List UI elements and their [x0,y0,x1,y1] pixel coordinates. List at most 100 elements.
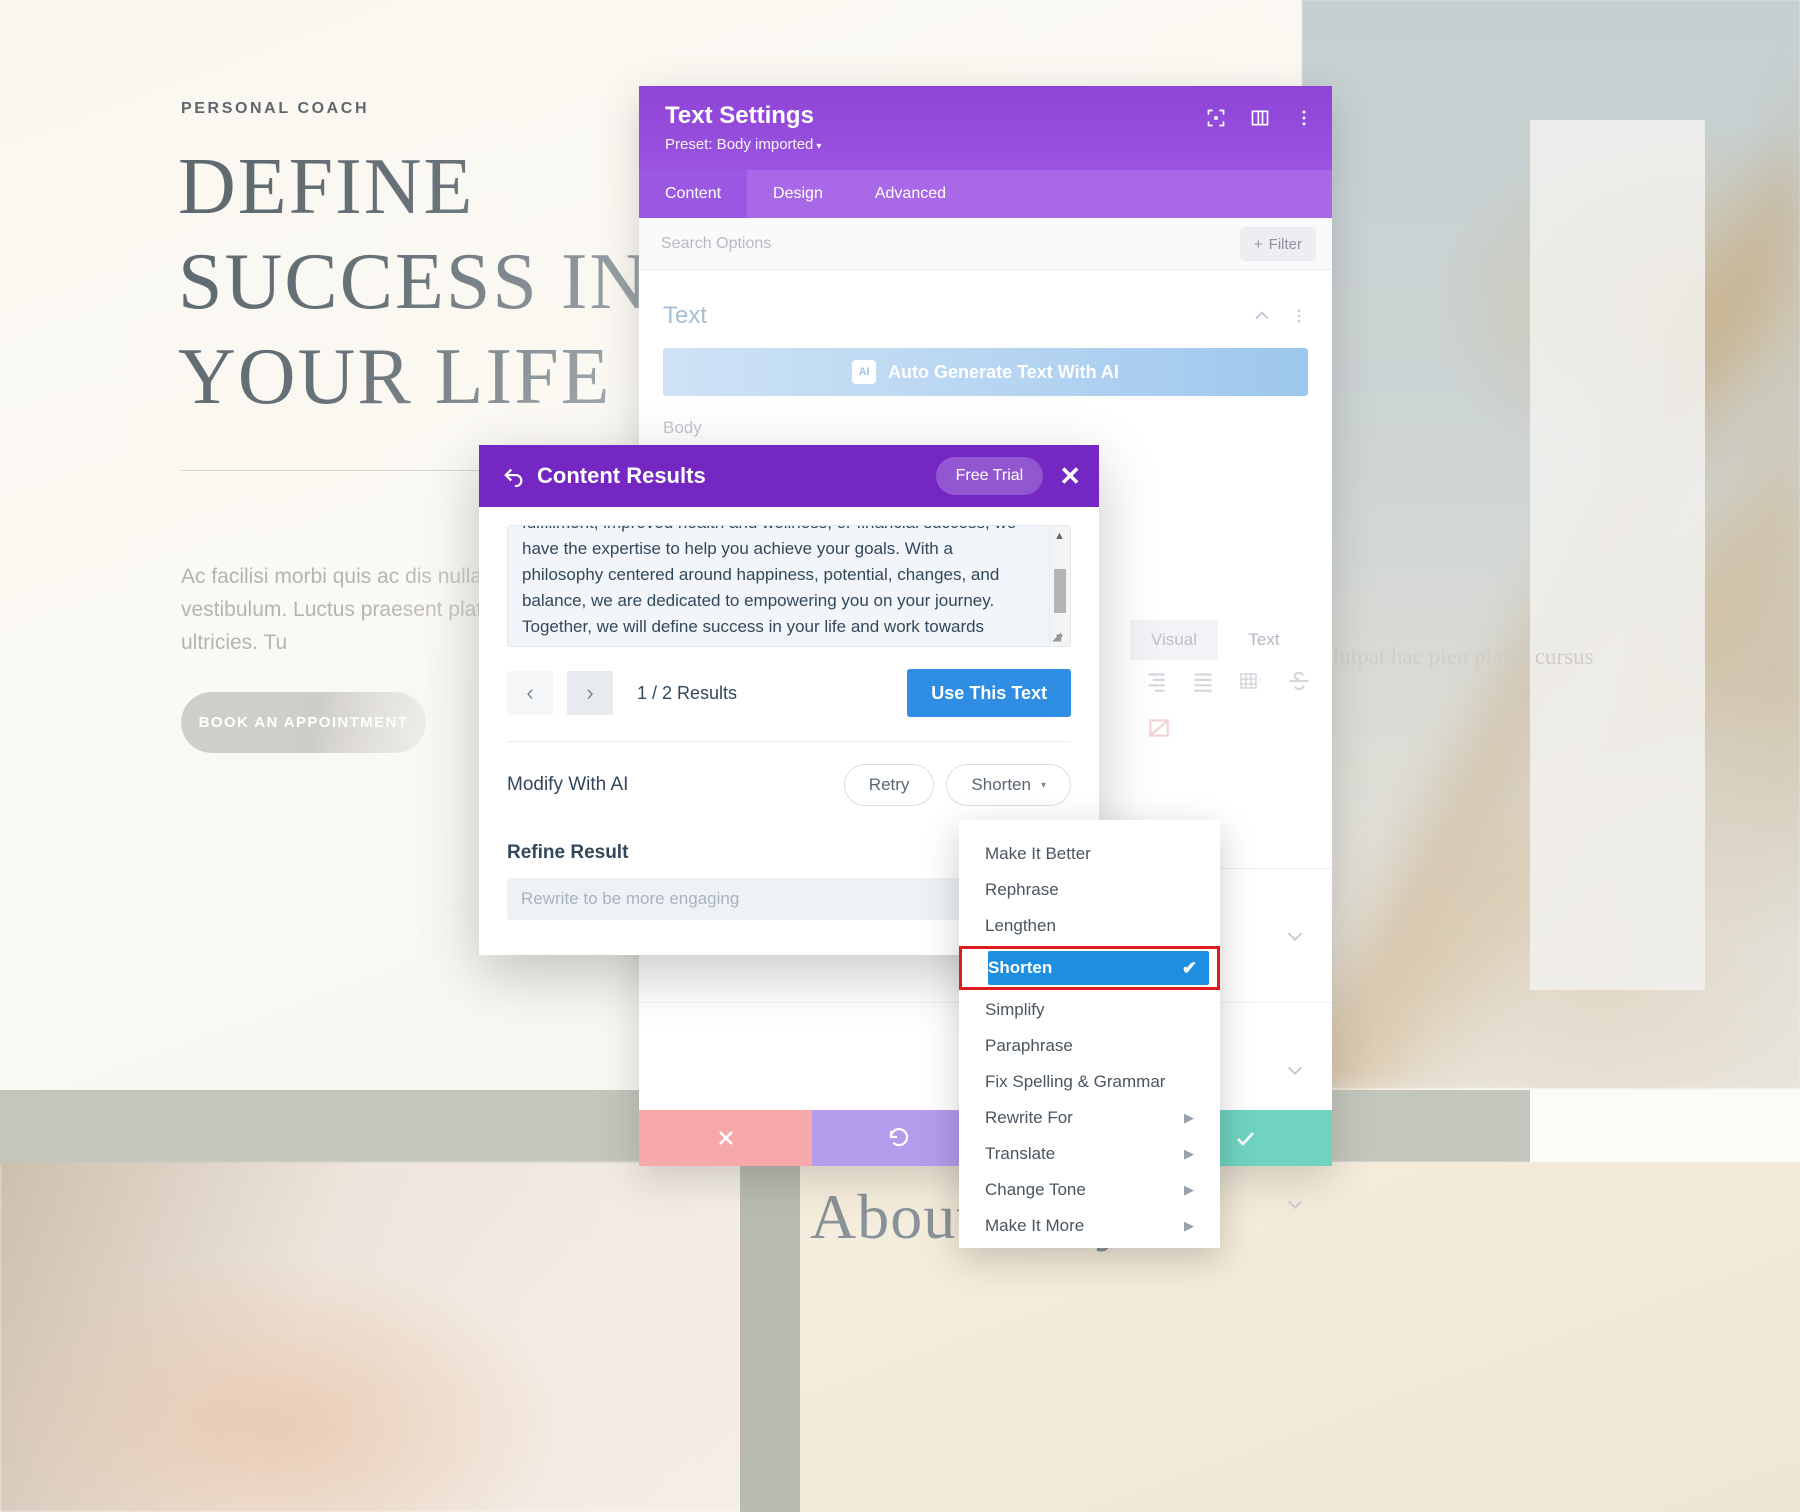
search-input[interactable]: Search Options [661,235,771,253]
tab-content[interactable]: Content [639,170,748,218]
menu-item-make-it-more[interactable]: Make It More ▶ [959,1208,1220,1244]
table-icon[interactable] [1238,668,1264,694]
undo-icon [889,1128,908,1147]
hero-eyebrow: PERSONAL COACH [181,100,370,117]
chevron-down-icon [1287,932,1303,941]
chevron-down-icon: ▾ [1040,779,1046,791]
ai-icon: AI [852,360,877,384]
retry-button[interactable]: Retry [843,764,935,806]
menu-item-shorten[interactable]: Shorten ✔ [988,951,1209,985]
close-icon [718,1131,733,1145]
menu-item-label: Translate [985,1144,1056,1163]
editor-toolbar-row2 [1146,715,1172,741]
divider [507,741,1071,742]
result-text: fulfillment, improved health and wellnes… [522,526,1016,646]
result-textarea[interactable]: fulfillment, improved health and wellnes… [507,525,1071,647]
section-controls [1252,306,1308,326]
fullscreen-icon[interactable] [1206,108,1226,128]
menu-item-paraphrase[interactable]: Paraphrase [959,1028,1220,1064]
section-title: Text [663,302,708,329]
menu-item-label: Rephrase [985,880,1059,899]
modify-buttons: Retry Shorten ▾ [843,764,1071,806]
menu-item-label: Change Tone [985,1180,1086,1199]
layout-columns-icon[interactable] [1250,108,1270,128]
scrollbar-thumb[interactable] [1054,569,1066,613]
menu-item-translate[interactable]: Translate ▶ [959,1136,1220,1172]
check-icon: ✔ [1181,957,1197,978]
chevron-down-icon [1287,1066,1303,1075]
chevron-down-icon: ▾ [816,141,822,152]
results-counter: 1 / 2 Results [637,682,738,703]
editor-toolbar [1142,668,1312,694]
filter-button[interactable]: + Filter [1239,227,1316,261]
panel-preset-label: Preset: Body imported [665,136,814,153]
modify-with-ai-row: Modify With AI Retry Shorten ▾ [507,764,1071,806]
menu-item-fix-spelling-grammar[interactable]: Fix Spelling & Grammar [959,1064,1220,1100]
chevron-down-icon [1287,1200,1303,1209]
tab-text[interactable]: Text [1220,620,1308,660]
search-options-row[interactable]: Search Options + Filter [639,218,1332,270]
modify-with-ai-label: Modify With AI [507,774,629,795]
body-field-label: Body [663,418,702,437]
chevron-right-icon: ▶ [1184,1146,1194,1161]
strikethrough-icon[interactable] [1286,668,1312,694]
more-vertical-icon[interactable] [1290,307,1308,325]
ai-button-label: Auto Generate Text With AI [888,361,1119,382]
book-appointment-button[interactable]: BOOK AN APPOINTMENT [181,692,426,753]
results-navigation: ‹ › 1 / 2 Results Use This Text [507,669,1071,717]
text-section-header: Text [663,288,1308,348]
tab-design[interactable]: Design [747,170,849,218]
menu-item-make-it-better[interactable]: Make It Better [959,836,1220,872]
menu-item-simplify[interactable]: Simplify [959,992,1220,1028]
shorten-dropdown-button[interactable]: Shorten ▾ [946,764,1071,806]
tab-visual[interactable]: Visual [1130,620,1218,660]
previous-result-button[interactable]: ‹ [507,671,553,715]
menu-item-lengthen[interactable]: Lengthen [959,908,1220,944]
cancel-button[interactable] [639,1110,813,1166]
editor-tabs: Visual Text [1130,620,1308,660]
hero-divider [181,470,511,471]
menu-item-label: Paraphrase [985,1036,1073,1055]
more-vertical-icon[interactable] [1294,108,1314,128]
back-arrow-icon[interactable] [503,465,525,487]
tab-advanced[interactable]: Advanced [849,170,972,218]
hero-white-card [1530,120,1705,990]
chevron-right-icon: ▶ [1184,1182,1194,1197]
auto-generate-text-with-ai-button[interactable]: AI Auto Generate Text With AI [663,348,1308,396]
menu-item-rewrite-for[interactable]: Rewrite For ▶ [959,1100,1220,1136]
dialog-header: Content Results Free Trial ✕ [479,445,1099,507]
align-right-icon[interactable] [1142,668,1168,694]
chevron-right-icon: ▶ [1184,1110,1194,1125]
result-scrollbar[interactable]: ▲ ▼ [1049,527,1069,645]
refine-input[interactable] [507,878,1003,920]
panel-tabs: Content Design Advanced [639,170,1332,218]
shorten-label: Shorten [971,775,1031,794]
media-icon[interactable] [1146,715,1172,741]
menu-item-rephrase[interactable]: Rephrase [959,872,1220,908]
menu-item-label: Shorten [988,958,1053,977]
dialog-title: Content Results [537,463,706,488]
selected-option-highlight: Shorten ✔ [959,946,1220,990]
menu-item-label: Make It Better [985,844,1091,863]
panel-preset-selector[interactable]: Preset: Body imported ▾ [665,136,1306,153]
check-icon [1237,1132,1255,1146]
close-dialog-button[interactable]: ✕ [1059,463,1081,489]
next-result-button[interactable]: › [567,671,613,715]
chevron-right-icon: ▶ [1184,1218,1194,1233]
plus-icon: + [1253,235,1263,253]
chevron-up-icon[interactable] [1252,306,1272,326]
menu-item-label: Rewrite For [985,1108,1073,1127]
menu-item-change-tone[interactable]: Change Tone ▶ [959,1172,1220,1208]
free-trial-button[interactable]: Free Trial [935,457,1044,495]
menu-item-label: Fix Spelling & Grammar [985,1072,1166,1091]
use-this-text-button[interactable]: Use This Text [907,669,1071,717]
menu-item-label: Simplify [985,1000,1045,1019]
resize-grip-icon[interactable]: ◢ [1052,629,1068,645]
panel-header: Text Settings Preset: Body imported ▾ [639,86,1332,170]
modify-options-dropdown: Make It Better Rephrase Lengthen Shorten… [959,820,1220,1248]
scroll-up-icon[interactable]: ▲ [1054,529,1065,543]
panel-header-actions [1206,108,1314,128]
filter-label: Filter [1268,235,1302,253]
menu-item-label: Lengthen [985,916,1056,935]
align-justify-icon[interactable] [1190,668,1216,694]
